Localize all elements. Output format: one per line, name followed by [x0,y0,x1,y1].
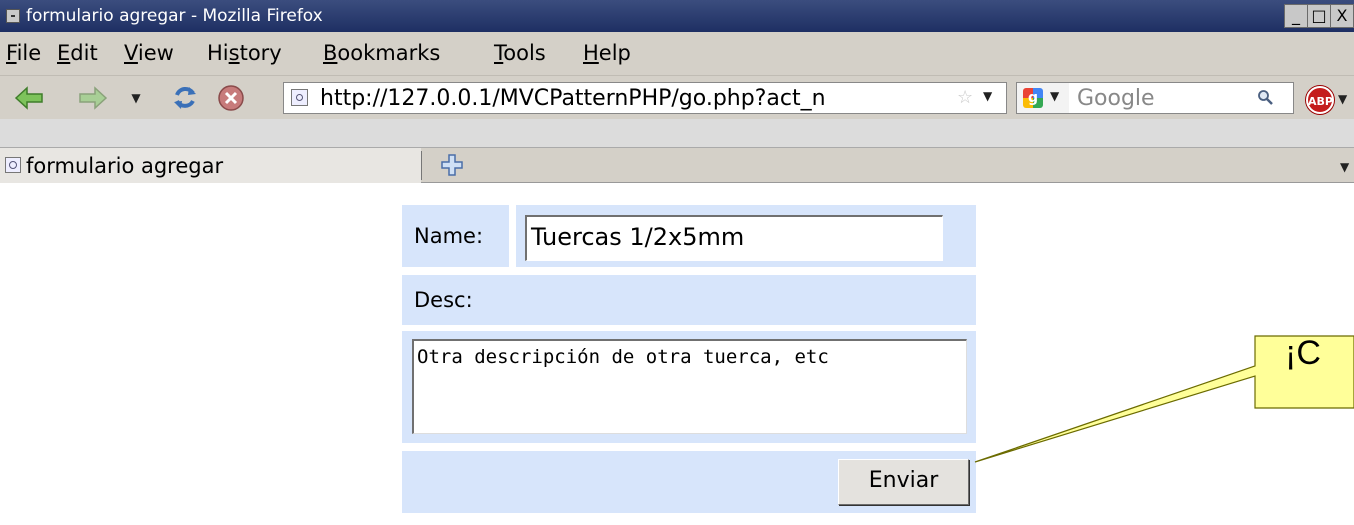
window-menu-icon[interactable] [6,9,20,23]
maximize-button[interactable]: □ [1307,4,1331,28]
search-magnifier-icon[interactable] [1257,89,1273,105]
url-bar[interactable]: http://127.0.0.1/MVCPatternPHP/go.php?ac… [283,82,1007,114]
adblock-dropdown-icon[interactable]: ▼ [1338,92,1347,106]
stop-icon [218,85,244,111]
window-controls: _ □ X [1284,4,1354,28]
callout-text: ¡C [1285,334,1321,372]
navigation-toolbar: ▼ http://127.0.0.1/MVCPatternPHP/go.php?… [0,76,1354,119]
tab-label: formulario agregar [26,154,224,178]
window-title-bar: formulario agregar - Mozilla Firefox _ □… [0,0,1354,32]
search-engine-dropdown-icon: ▼ [1050,89,1060,103]
history-dropdown-icon[interactable]: ▼ [128,83,144,113]
close-button[interactable]: X [1330,4,1354,28]
tab-formulario-agregar[interactable]: formulario agregar [0,148,421,183]
reload-button[interactable] [170,83,200,113]
name-input[interactable]: Tuercas 1/2x5mm [525,215,943,261]
url-dropdown-icon[interactable]: ▼ [983,89,992,103]
menu-view[interactable]: View [124,40,174,66]
back-button[interactable] [14,83,44,113]
bookmark-star-icon[interactable]: ☆ [957,87,973,109]
search-engine-selector[interactable]: g ▼ [1016,82,1070,114]
new-tab-icon[interactable] [440,153,464,177]
tab-list-dropdown-icon[interactable]: ▼ [1340,160,1349,174]
menu-history[interactable]: History [207,40,282,66]
menu-bar: File Edit View History Bookmarks Tools H… [0,32,1354,76]
search-input[interactable]: Google [1069,82,1294,114]
desc-textarea[interactable]: Otra descripción de otra tuerca, etc [412,339,967,434]
menu-help[interactable]: Help [583,40,631,66]
reload-icon [174,87,196,109]
back-arrow-icon [14,86,43,110]
site-favicon-icon[interactable] [291,89,308,106]
enviar-button[interactable]: Enviar [838,459,969,505]
name-label-cell: Name: [402,205,509,267]
name-label: Name: [414,224,484,248]
menu-bookmarks[interactable]: Bookmarks [323,40,440,66]
tab-favicon-icon [5,157,21,173]
desc-label-cell: Desc: [402,275,976,325]
url-text[interactable]: http://127.0.0.1/MVCPatternPHP/go.php?ac… [320,86,960,112]
menu-file[interactable]: File [6,40,41,66]
desc-label: Desc: [414,288,473,312]
search-placeholder: Google [1077,86,1155,111]
menu-edit[interactable]: Edit [57,40,98,66]
window-title: formulario agregar - Mozilla Firefox [26,6,323,26]
tab-divider [421,151,422,180]
forward-arrow-icon [79,86,108,110]
forward-button[interactable] [78,83,108,113]
adblock-plus-icon[interactable]: ABP [1306,86,1334,114]
minimize-button[interactable]: _ [1284,4,1308,28]
tab-bar: formulario agregar ▼ [0,147,1354,183]
stop-button[interactable] [216,83,246,113]
google-logo-icon: g [1023,88,1043,108]
menu-tools[interactable]: Tools [494,40,546,66]
